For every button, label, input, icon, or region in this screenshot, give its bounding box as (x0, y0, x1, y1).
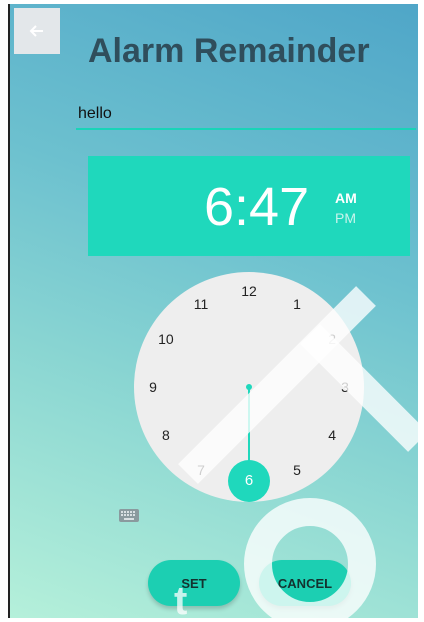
time-display[interactable]: 6:47 (204, 176, 309, 238)
am-pm-selector: AM PM (335, 188, 357, 228)
am-toggle[interactable]: AM (335, 188, 357, 208)
clock-number-11[interactable]: 11 (186, 289, 216, 319)
clock-number-7[interactable]: 7 (186, 455, 216, 485)
clock-number-9[interactable]: 9 (138, 372, 168, 402)
clock-number-8[interactable]: 8 (151, 420, 181, 450)
selected-hour-bubble[interactable]: 6 (228, 460, 270, 502)
clock-number-1[interactable]: 1 (282, 289, 312, 319)
pm-toggle[interactable]: PM (335, 208, 357, 228)
arrow-left-icon (29, 25, 43, 37)
reminder-text-input[interactable] (76, 100, 416, 130)
page-title: Alarm Remainder (88, 32, 370, 70)
clock-number-5[interactable]: 5 (282, 455, 312, 485)
keyboard-toggle-button[interactable] (118, 508, 140, 524)
back-button[interactable] (14, 8, 60, 54)
clock-number-10[interactable]: 10 (151, 324, 181, 354)
clock-number-3[interactable]: 3 (330, 372, 360, 402)
clock-face[interactable]: 12 1 2 3 4 5 7 8 9 10 11 6 (134, 272, 364, 502)
cancel-button[interactable]: CANCEL (259, 560, 351, 606)
clock-number-12[interactable]: 12 (234, 276, 264, 306)
clock-number-2[interactable]: 2 (317, 324, 347, 354)
clock-hand (248, 387, 250, 467)
time-header-panel: 6:47 AM PM (88, 156, 410, 256)
keyboard-icon (119, 509, 139, 522)
set-button[interactable]: SET (148, 560, 240, 606)
app-screen: Alarm Remainder 6:47 AM PM 12 1 2 3 4 5 … (10, 4, 418, 618)
clock-number-4[interactable]: 4 (317, 420, 347, 450)
